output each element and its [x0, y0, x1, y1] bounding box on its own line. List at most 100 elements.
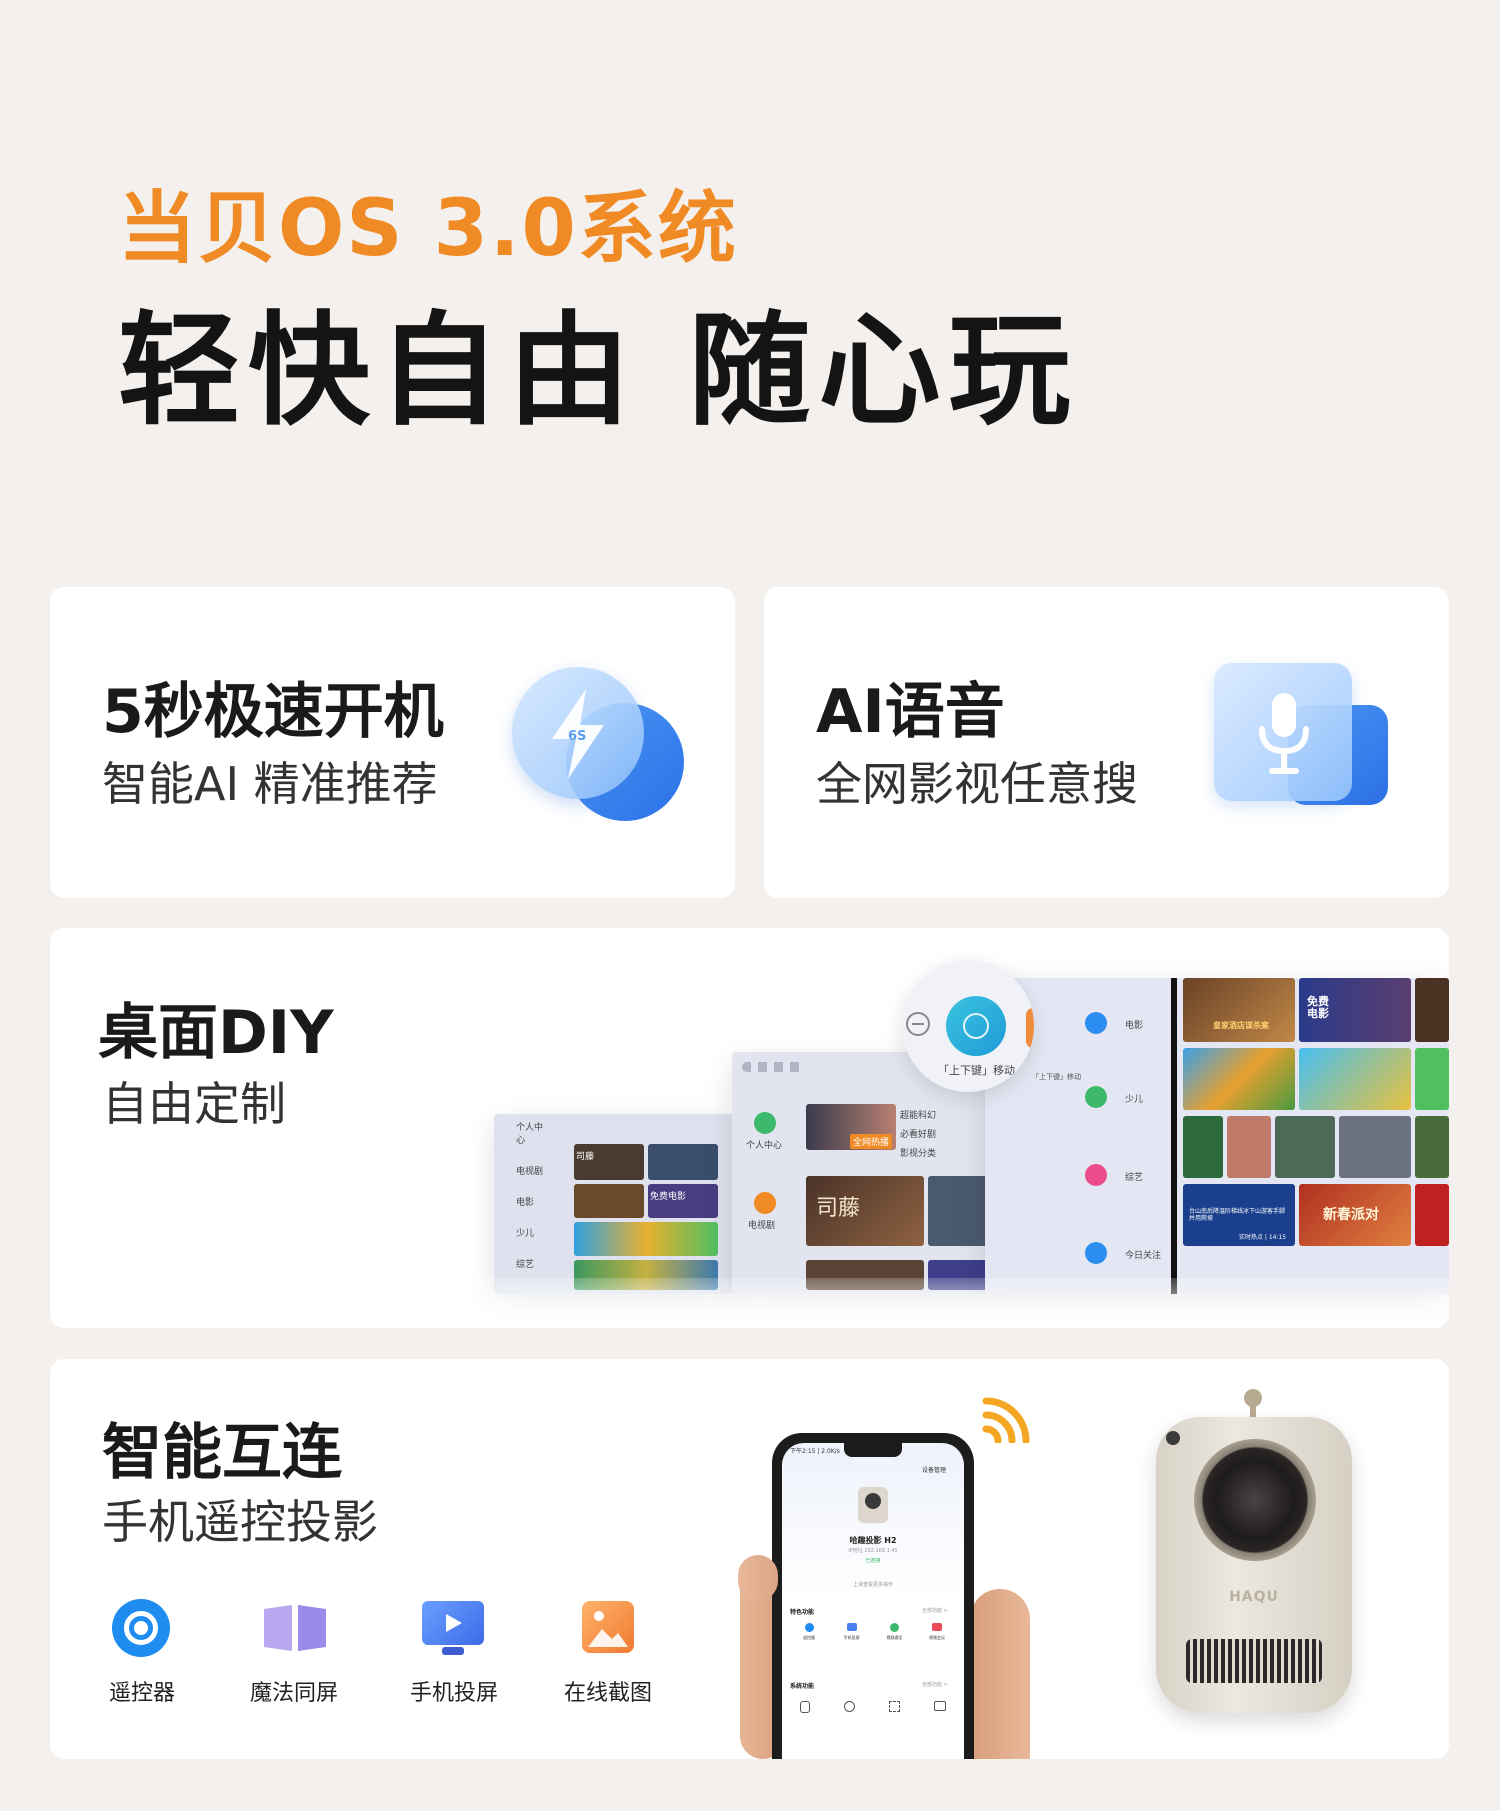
- feature-remote[interactable]: 遥控器: [72, 1599, 212, 1709]
- diy-card: 桌面DIY 自由定制 个人中心 电视剧 电影 少儿 综艺 司藤 免费电影 个人中…: [50, 928, 1449, 1328]
- phone-status-bar: 下午2:15 | 2.0K/s: [790, 1448, 840, 1455]
- menu-item: 少儿: [516, 1229, 535, 1239]
- microphone-icon: [1214, 663, 1394, 823]
- hero-subtitle: 当贝OS 3.0系统: [118, 184, 738, 274]
- boot-card: 5秒极速开机 智能AI 精准推荐 6S: [50, 587, 735, 898]
- phone-screen: 下午2:15 | 2.0K/s 设备管理 哈趣投影 H2 IP地址 192.16…: [782, 1443, 964, 1759]
- projector-lens: [1194, 1439, 1316, 1561]
- poster-label: 司藤: [576, 1152, 595, 1162]
- special-features-more[interactable]: 全部功能 >: [922, 1607, 948, 1614]
- smart-card: 智能互连 手机遥控投影 遥控器 魔法同屏 手机投屏 在线截图 下午2:15 | …: [50, 1359, 1449, 1759]
- projector: HAQU: [1156, 1389, 1356, 1719]
- featured-label: 全网热播: [850, 1134, 893, 1149]
- menu-item: 今日关注: [1125, 1251, 1162, 1261]
- hand: [970, 1589, 1030, 1759]
- feature-screenshot[interactable]: 在线截图: [538, 1599, 678, 1709]
- featured-tile: 全网热播: [806, 1104, 896, 1150]
- poster-label: 皇家酒店谋杀案: [1213, 1021, 1269, 1030]
- feature-label: 魔法同屏: [249, 1681, 338, 1706]
- phone-feature[interactable]: 视频通话: [875, 1623, 913, 1641]
- boot-card-subtitle: 智能AI 精准推荐: [102, 757, 438, 811]
- feature-label: 手机投屏: [409, 1681, 498, 1706]
- desktop-preview-right: 电影 少儿 综艺 今日关注 皇家酒店谋杀案 免费电影 台山南后降温阶梯线冰下山游…: [985, 978, 1449, 1294]
- projector-vent: [1186, 1639, 1322, 1683]
- category-item: 必看好剧: [900, 1130, 937, 1140]
- poster-tile: 新春派对: [1299, 1184, 1411, 1246]
- projector-brand: HAQU: [1229, 1589, 1279, 1605]
- menu-item: 少儿: [1125, 1095, 1144, 1105]
- device-manage-link[interactable]: 设备管理: [922, 1465, 946, 1474]
- boot-icon-text: 6S: [568, 729, 587, 744]
- voice-card-title: AI语音: [816, 677, 1005, 747]
- menu-item: 综艺: [516, 1260, 535, 1270]
- phone-feature-label: 遥控器: [803, 1635, 815, 1640]
- category-item: 影视分类: [900, 1149, 937, 1159]
- special-features-title: 特色功能: [790, 1609, 815, 1616]
- screen-cast-icon: [846, 1623, 857, 1631]
- diy-card-title: 桌面DIY: [98, 998, 334, 1068]
- poster-tile: 免费电影: [1299, 978, 1411, 1042]
- system-icon[interactable]: [844, 1701, 855, 1712]
- poster-tile: 皇家酒店谋杀案: [1183, 978, 1295, 1042]
- connection-status: 已连接: [865, 1558, 881, 1564]
- voice-card: AI语音 全网影视任意搜: [764, 587, 1449, 898]
- poster-label: 新春派对: [1323, 1207, 1379, 1223]
- menu-item: 电视剧: [516, 1167, 544, 1177]
- navigation-hint-bubble: 「上下键」移动: [902, 960, 1034, 1092]
- system-icon[interactable]: [800, 1701, 810, 1713]
- screen-cast-icon: [422, 1601, 484, 1657]
- remote-control-icon: [112, 1599, 170, 1657]
- poster-tile: 司藤: [574, 1144, 644, 1180]
- wifi-signal-icon: [982, 1397, 1030, 1443]
- more-hint: 上滑查看更多操作: [852, 1582, 893, 1588]
- projector-thumbnail: [858, 1487, 888, 1523]
- news-label: 台山南后降温阶梯线冰下山游客手脚并用爬坡: [1189, 1208, 1286, 1223]
- poster-label: 免费电影: [1307, 995, 1329, 1021]
- up-down-key-icon: [946, 996, 1006, 1056]
- phone-feature-label: 视频通话: [886, 1635, 903, 1640]
- feature-cast[interactable]: 手机投屏: [382, 1599, 522, 1709]
- poster-label: 司藤: [816, 1196, 861, 1221]
- phone-call-icon: [889, 1623, 899, 1632]
- poster-label: 免费电影: [650, 1192, 687, 1202]
- system-icon[interactable]: [934, 1701, 946, 1711]
- navigation-hint-small: 「上下键」移动: [1032, 1073, 1081, 1081]
- lightning-icon: 6S: [512, 667, 692, 827]
- smart-card-title: 智能互连: [102, 1418, 342, 1488]
- system-features-title: 系统功能: [790, 1683, 815, 1690]
- hero-title: 轻快自由 随心玩: [118, 300, 1079, 442]
- menu-item: 电视剧: [748, 1221, 776, 1231]
- device-name: 哈趣投影 H2: [849, 1536, 897, 1545]
- news-tile: 台山南后降温阶梯线冰下山游客手脚并用爬坡 实时热点 | 14:15: [1183, 1184, 1295, 1246]
- menu-item: 个人中心: [516, 1123, 544, 1146]
- desktop-preview-left: 个人中心 电视剧 电影 少儿 综艺 司藤 免费电影: [494, 1114, 734, 1294]
- device-ip: IP地址 192.168.1.45: [848, 1548, 898, 1554]
- menu-item: 电影: [516, 1198, 535, 1208]
- navigation-hint: 「上下键」移动: [938, 1064, 1015, 1077]
- picture-icon: [582, 1601, 634, 1653]
- video-meeting-icon: [931, 1623, 942, 1631]
- remote-control-icon: [804, 1623, 814, 1632]
- feature-label: 遥控器: [108, 1681, 175, 1706]
- book-icon: [262, 1603, 328, 1653]
- system-icon[interactable]: [889, 1701, 900, 1712]
- smart-card-subtitle: 手机遥控投影: [102, 1495, 378, 1549]
- boot-card-title: 5秒极速开机: [102, 677, 444, 747]
- menu-item: 综艺: [1125, 1173, 1144, 1183]
- phone-feature[interactable]: 视频会议: [918, 1623, 956, 1641]
- poster-tile: 司藤: [806, 1176, 924, 1246]
- news-time: 实时热点 | 14:15: [1239, 1234, 1287, 1241]
- phone-feature-label: 手机投屏: [843, 1635, 860, 1640]
- poster-tile: [574, 1184, 644, 1218]
- projector-body: HAQU: [1156, 1417, 1352, 1713]
- menu-item: 电影: [1125, 1021, 1144, 1031]
- system-features-more[interactable]: 全部功能 >: [922, 1681, 948, 1688]
- phone-feature[interactable]: 手机投屏: [833, 1623, 871, 1641]
- smartphone: 下午2:15 | 2.0K/s 设备管理 哈趣投影 H2 IP地址 192.16…: [772, 1433, 974, 1759]
- category-item: 超能科幻: [900, 1111, 937, 1121]
- poster-tile: 免费电影: [648, 1184, 718, 1218]
- feature-mirror[interactable]: 魔法同屏: [222, 1599, 362, 1709]
- phone-feature[interactable]: 遥控器: [790, 1623, 828, 1641]
- voice-card-subtitle: 全网影视任意搜: [816, 757, 1138, 811]
- diy-card-subtitle: 自由定制: [102, 1077, 286, 1131]
